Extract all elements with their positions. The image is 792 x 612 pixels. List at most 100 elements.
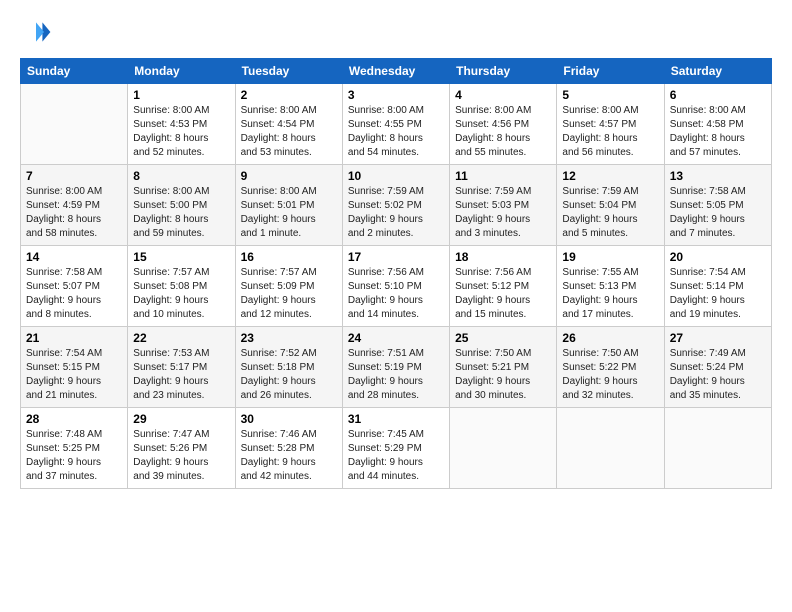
day-cell: 7 Sunrise: 8:00 AM Sunset: 4:59 PM Daylig… — [21, 165, 128, 246]
calendar-table: SundayMondayTuesdayWednesdayThursdayFrid… — [20, 58, 772, 489]
logo-icon — [20, 16, 52, 48]
day-number: 1 — [133, 88, 229, 102]
day-info: Sunrise: 7:57 AM Sunset: 5:09 PM Dayligh… — [241, 266, 337, 322]
day-cell — [450, 408, 557, 489]
day-cell — [557, 408, 664, 489]
day-number: 21 — [26, 331, 122, 345]
day-info: Sunrise: 7:56 AM Sunset: 5:12 PM Dayligh… — [455, 266, 551, 322]
day-info: Sunrise: 8:00 AM Sunset: 4:56 PM Dayligh… — [455, 104, 551, 160]
day-number: 28 — [26, 412, 122, 426]
day-number: 9 — [241, 169, 337, 183]
day-cell: 14Sunrise: 7:58 AM Sunset: 5:07 PM Dayli… — [21, 246, 128, 327]
day-number: 10 — [348, 169, 444, 183]
week-row-1: 1 Sunrise: 8:00 AM Sunset: 4:53 PM Daylig… — [21, 84, 772, 165]
day-number: 8 — [133, 169, 229, 183]
day-info: Sunrise: 8:00 AM Sunset: 4:58 PM Dayligh… — [670, 104, 766, 160]
logo — [20, 16, 56, 48]
day-cell: 17Sunrise: 7:56 AM Sunset: 5:10 PM Dayli… — [342, 246, 449, 327]
day-number: 14 — [26, 250, 122, 264]
day-info: Sunrise: 8:00 AM Sunset: 4:59 PM Dayligh… — [26, 185, 122, 241]
day-cell: 31Sunrise: 7:45 AM Sunset: 5:29 PM Dayli… — [342, 408, 449, 489]
day-info: Sunrise: 7:59 AM Sunset: 5:04 PM Dayligh… — [562, 185, 658, 241]
day-cell: 18 Sunrise: 7:56 AM Sunset: 5:12 PM Dayli… — [450, 246, 557, 327]
day-info: Sunrise: 8:00 AM Sunset: 5:00 PM Dayligh… — [133, 185, 229, 241]
day-cell: 9Sunrise: 8:00 AM Sunset: 5:01 PM Daylig… — [235, 165, 342, 246]
day-info: Sunrise: 7:54 AM Sunset: 5:14 PM Dayligh… — [670, 266, 766, 322]
header — [20, 16, 772, 48]
day-info: Sunrise: 7:53 AM Sunset: 5:17 PM Dayligh… — [133, 347, 229, 403]
day-number: 18 — [455, 250, 551, 264]
day-cell: 10 Sunrise: 7:59 AM Sunset: 5:02 PM Dayli… — [342, 165, 449, 246]
header-cell-wednesday: Wednesday — [342, 59, 449, 84]
day-cell: 30 Sunrise: 7:46 AM Sunset: 5:28 PM Dayli… — [235, 408, 342, 489]
calendar-header: SundayMondayTuesdayWednesdayThursdayFrid… — [21, 59, 772, 84]
day-cell: 16Sunrise: 7:57 AM Sunset: 5:09 PM Dayli… — [235, 246, 342, 327]
day-number: 11 — [455, 169, 551, 183]
day-info: Sunrise: 7:55 AM Sunset: 5:13 PM Dayligh… — [562, 266, 658, 322]
day-cell: 6 Sunrise: 8:00 AM Sunset: 4:58 PM Daylig… — [664, 84, 771, 165]
day-cell: 25 Sunrise: 7:50 AM Sunset: 5:21 PM Dayli… — [450, 327, 557, 408]
day-info: Sunrise: 7:46 AM Sunset: 5:28 PM Dayligh… — [241, 428, 337, 484]
day-number: 6 — [670, 88, 766, 102]
day-cell: 28 Sunrise: 7:48 AM Sunset: 5:25 PM Dayli… — [21, 408, 128, 489]
day-info: Sunrise: 7:47 AM Sunset: 5:26 PM Dayligh… — [133, 428, 229, 484]
day-number: 4 — [455, 88, 551, 102]
day-number: 20 — [670, 250, 766, 264]
day-number: 24 — [348, 331, 444, 345]
week-row-3: 14Sunrise: 7:58 AM Sunset: 5:07 PM Dayli… — [21, 246, 772, 327]
day-info: Sunrise: 7:59 AM Sunset: 5:02 PM Dayligh… — [348, 185, 444, 241]
day-number: 30 — [241, 412, 337, 426]
day-cell: 29 Sunrise: 7:47 AM Sunset: 5:26 PM Dayli… — [128, 408, 235, 489]
day-cell: 26Sunrise: 7:50 AM Sunset: 5:22 PM Dayli… — [557, 327, 664, 408]
day-number: 3 — [348, 88, 444, 102]
week-row-2: 7 Sunrise: 8:00 AM Sunset: 4:59 PM Daylig… — [21, 165, 772, 246]
header-cell-sunday: Sunday — [21, 59, 128, 84]
page: SundayMondayTuesdayWednesdayThursdayFrid… — [0, 0, 792, 612]
day-number: 2 — [241, 88, 337, 102]
header-cell-monday: Monday — [128, 59, 235, 84]
day-number: 19 — [562, 250, 658, 264]
day-info: Sunrise: 7:57 AM Sunset: 5:08 PM Dayligh… — [133, 266, 229, 322]
day-info: Sunrise: 8:00 AM Sunset: 4:53 PM Dayligh… — [133, 104, 229, 160]
header-cell-friday: Friday — [557, 59, 664, 84]
header-cell-tuesday: Tuesday — [235, 59, 342, 84]
day-cell: 27 Sunrise: 7:49 AM Sunset: 5:24 PM Dayli… — [664, 327, 771, 408]
day-cell: 24Sunrise: 7:51 AM Sunset: 5:19 PM Dayli… — [342, 327, 449, 408]
day-cell: 11Sunrise: 7:59 AM Sunset: 5:03 PM Dayli… — [450, 165, 557, 246]
calendar-body: 1 Sunrise: 8:00 AM Sunset: 4:53 PM Daylig… — [21, 84, 772, 489]
day-number: 22 — [133, 331, 229, 345]
day-info: Sunrise: 7:54 AM Sunset: 5:15 PM Dayligh… — [26, 347, 122, 403]
header-cell-thursday: Thursday — [450, 59, 557, 84]
day-info: Sunrise: 7:48 AM Sunset: 5:25 PM Dayligh… — [26, 428, 122, 484]
day-number: 15 — [133, 250, 229, 264]
day-info: Sunrise: 7:50 AM Sunset: 5:21 PM Dayligh… — [455, 347, 551, 403]
day-cell: 23Sunrise: 7:52 AM Sunset: 5:18 PM Dayli… — [235, 327, 342, 408]
day-cell: 5 Sunrise: 8:00 AM Sunset: 4:57 PM Daylig… — [557, 84, 664, 165]
week-row-4: 21 Sunrise: 7:54 AM Sunset: 5:15 PM Dayli… — [21, 327, 772, 408]
day-info: Sunrise: 7:56 AM Sunset: 5:10 PM Dayligh… — [348, 266, 444, 322]
header-cell-saturday: Saturday — [664, 59, 771, 84]
day-number: 27 — [670, 331, 766, 345]
day-number: 7 — [26, 169, 122, 183]
day-cell: 22 Sunrise: 7:53 AM Sunset: 5:17 PM Dayli… — [128, 327, 235, 408]
day-number: 25 — [455, 331, 551, 345]
day-cell: 12 Sunrise: 7:59 AM Sunset: 5:04 PM Dayli… — [557, 165, 664, 246]
day-number: 23 — [241, 331, 337, 345]
day-cell: 19 Sunrise: 7:55 AM Sunset: 5:13 PM Dayli… — [557, 246, 664, 327]
day-number: 13 — [670, 169, 766, 183]
day-number: 5 — [562, 88, 658, 102]
day-cell — [664, 408, 771, 489]
day-number: 26 — [562, 331, 658, 345]
day-cell — [21, 84, 128, 165]
day-cell: 4 Sunrise: 8:00 AM Sunset: 4:56 PM Daylig… — [450, 84, 557, 165]
day-number: 29 — [133, 412, 229, 426]
day-info: Sunrise: 8:00 AM Sunset: 4:55 PM Dayligh… — [348, 104, 444, 160]
day-cell: 8 Sunrise: 8:00 AM Sunset: 5:00 PM Daylig… — [128, 165, 235, 246]
day-info: Sunrise: 7:58 AM Sunset: 5:05 PM Dayligh… — [670, 185, 766, 241]
day-cell: 3 Sunrise: 8:00 AM Sunset: 4:55 PM Daylig… — [342, 84, 449, 165]
day-info: Sunrise: 8:00 AM Sunset: 4:57 PM Dayligh… — [562, 104, 658, 160]
day-info: Sunrise: 7:45 AM Sunset: 5:29 PM Dayligh… — [348, 428, 444, 484]
day-number: 12 — [562, 169, 658, 183]
day-info: Sunrise: 7:49 AM Sunset: 5:24 PM Dayligh… — [670, 347, 766, 403]
day-cell: 21 Sunrise: 7:54 AM Sunset: 5:15 PM Dayli… — [21, 327, 128, 408]
